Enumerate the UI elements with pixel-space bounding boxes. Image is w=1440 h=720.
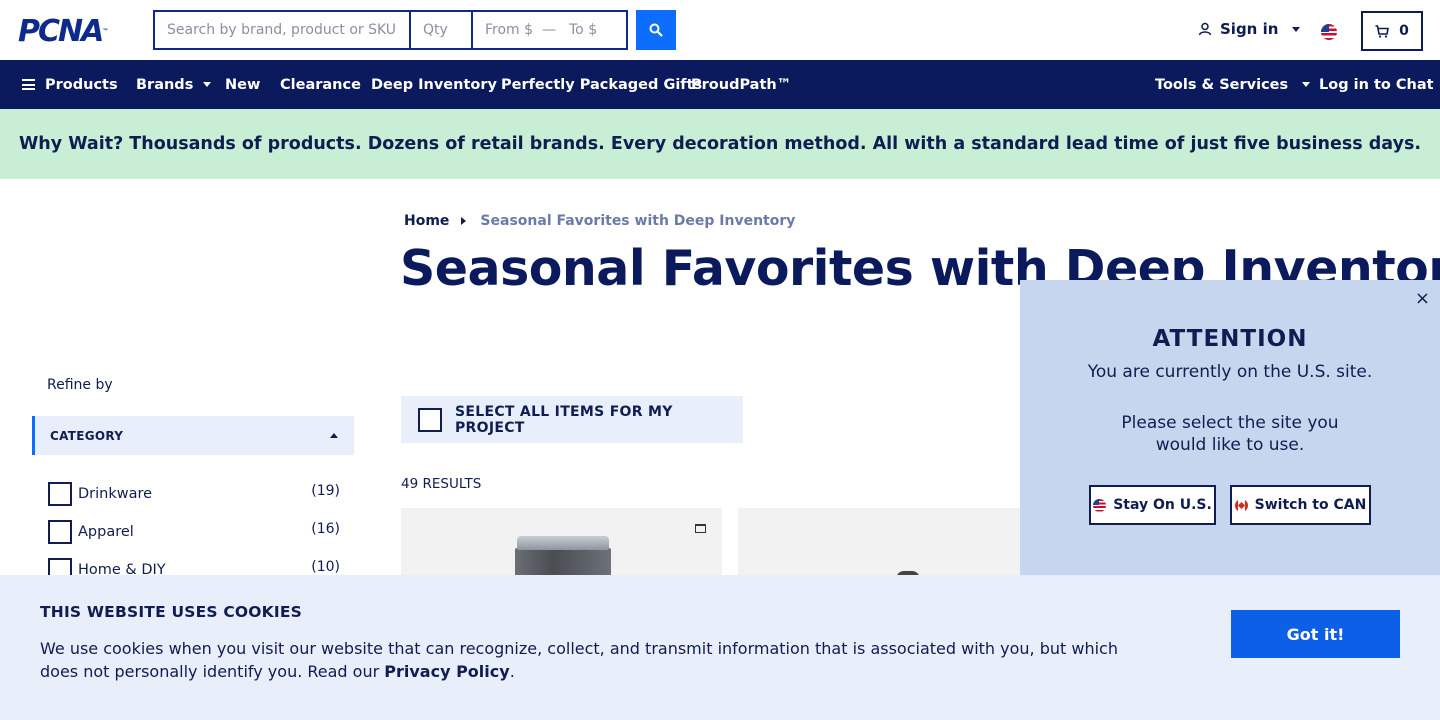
region-popup: × ATTENTION You are currently on the U.S… bbox=[1020, 280, 1440, 580]
category-option[interactable]: Drinkware (19) bbox=[48, 482, 340, 506]
add-to-project-icon[interactable] bbox=[695, 524, 706, 533]
popup-current-site: You are currently on the U.S. site. bbox=[1087, 362, 1373, 382]
canada-flag-icon bbox=[1234, 498, 1248, 512]
category-filter-header[interactable]: CATEGORY bbox=[32, 416, 354, 455]
price-range-dash: — bbox=[542, 22, 556, 38]
sign-in-label: Sign in bbox=[1220, 20, 1279, 38]
nav-deep-inventory[interactable]: Deep Inventory bbox=[371, 60, 497, 109]
close-icon[interactable]: × bbox=[1415, 288, 1430, 309]
search-icon bbox=[649, 23, 663, 37]
checkbox[interactable] bbox=[48, 520, 72, 544]
breadcrumb: Home Seasonal Favorites with Deep Invent… bbox=[404, 213, 795, 229]
nav-clearance[interactable]: Clearance bbox=[280, 60, 361, 109]
pcna-logo[interactable]: PCNA™ bbox=[18, 16, 108, 48]
us-flag-icon bbox=[1093, 498, 1107, 512]
cart-button[interactable]: 0 bbox=[1361, 11, 1423, 51]
stay-us-button[interactable]: Stay On U.S. bbox=[1089, 485, 1216, 525]
qty-input[interactable] bbox=[411, 12, 473, 48]
cart-count: 0 bbox=[1399, 23, 1409, 39]
user-icon bbox=[1198, 22, 1212, 36]
category-option[interactable]: Apparel (16) bbox=[48, 520, 340, 544]
popup-instruction: Please select the site you would like to… bbox=[1121, 413, 1339, 455]
chevron-up-icon bbox=[330, 433, 338, 438]
caret-right-icon bbox=[461, 217, 467, 225]
price-to-input[interactable] bbox=[557, 12, 621, 48]
nav-chat-login[interactable]: Log in to Chat bbox=[1319, 60, 1434, 109]
chevron-down-icon bbox=[1302, 82, 1311, 87]
select-all-items[interactable]: SELECT ALL ITEMS FOR MY PROJECT bbox=[401, 396, 743, 443]
search-input[interactable] bbox=[155, 12, 411, 48]
nav-new[interactable]: New bbox=[225, 60, 260, 109]
promo-banner: Why Wait? Thousands of products. Dozens … bbox=[0, 109, 1440, 179]
cart-icon bbox=[1375, 24, 1390, 38]
site-header: PCNA™ — Sign in 0 bbox=[0, 0, 1440, 60]
us-flag-icon[interactable] bbox=[1321, 24, 1337, 40]
chevron-down-icon bbox=[1292, 26, 1301, 32]
nav-brands[interactable]: Brands bbox=[136, 60, 212, 109]
cookie-banner: THIS WEBSITE USES COOKIES We use cookies… bbox=[0, 575, 1440, 720]
price-from-input[interactable] bbox=[473, 12, 541, 48]
breadcrumb-current: Seasonal Favorites with Deep Inventory bbox=[480, 213, 796, 229]
main-nav: Products Brands New Clearance Deep Inven… bbox=[0, 60, 1440, 109]
nav-proudpath[interactable]: ProudPath™ bbox=[691, 60, 791, 109]
switch-can-button[interactable]: Switch to CAN bbox=[1230, 485, 1371, 525]
chevron-down-icon bbox=[203, 82, 212, 87]
cookie-text: We use cookies when you visit our websit… bbox=[40, 639, 1118, 681]
select-all-checkbox[interactable] bbox=[418, 407, 442, 432]
breadcrumb-home[interactable]: Home bbox=[404, 213, 449, 229]
refine-by-label: Refine by bbox=[47, 377, 113, 393]
promo-text: Why Wait? Thousands of products. Dozens … bbox=[18, 134, 1422, 154]
popup-title: ATTENTION bbox=[1152, 326, 1308, 352]
search-button[interactable] bbox=[636, 10, 676, 50]
got-it-button[interactable]: Got it! bbox=[1231, 610, 1400, 658]
nav-packaged-gifts[interactable]: Perfectly Packaged Gifts bbox=[501, 60, 702, 109]
cookie-title: THIS WEBSITE USES COOKIES bbox=[40, 603, 303, 621]
results-count: 49 RESULTS bbox=[401, 476, 482, 492]
nav-tools-services[interactable]: Tools & Services bbox=[1155, 60, 1311, 109]
menu-icon bbox=[22, 79, 35, 90]
privacy-policy-link[interactable]: Privacy Policy bbox=[384, 662, 509, 681]
checkbox[interactable] bbox=[48, 482, 72, 506]
nav-products[interactable]: Products bbox=[22, 60, 118, 109]
sign-in-menu[interactable]: Sign in bbox=[1198, 20, 1301, 38]
search-bar: — bbox=[153, 10, 628, 50]
